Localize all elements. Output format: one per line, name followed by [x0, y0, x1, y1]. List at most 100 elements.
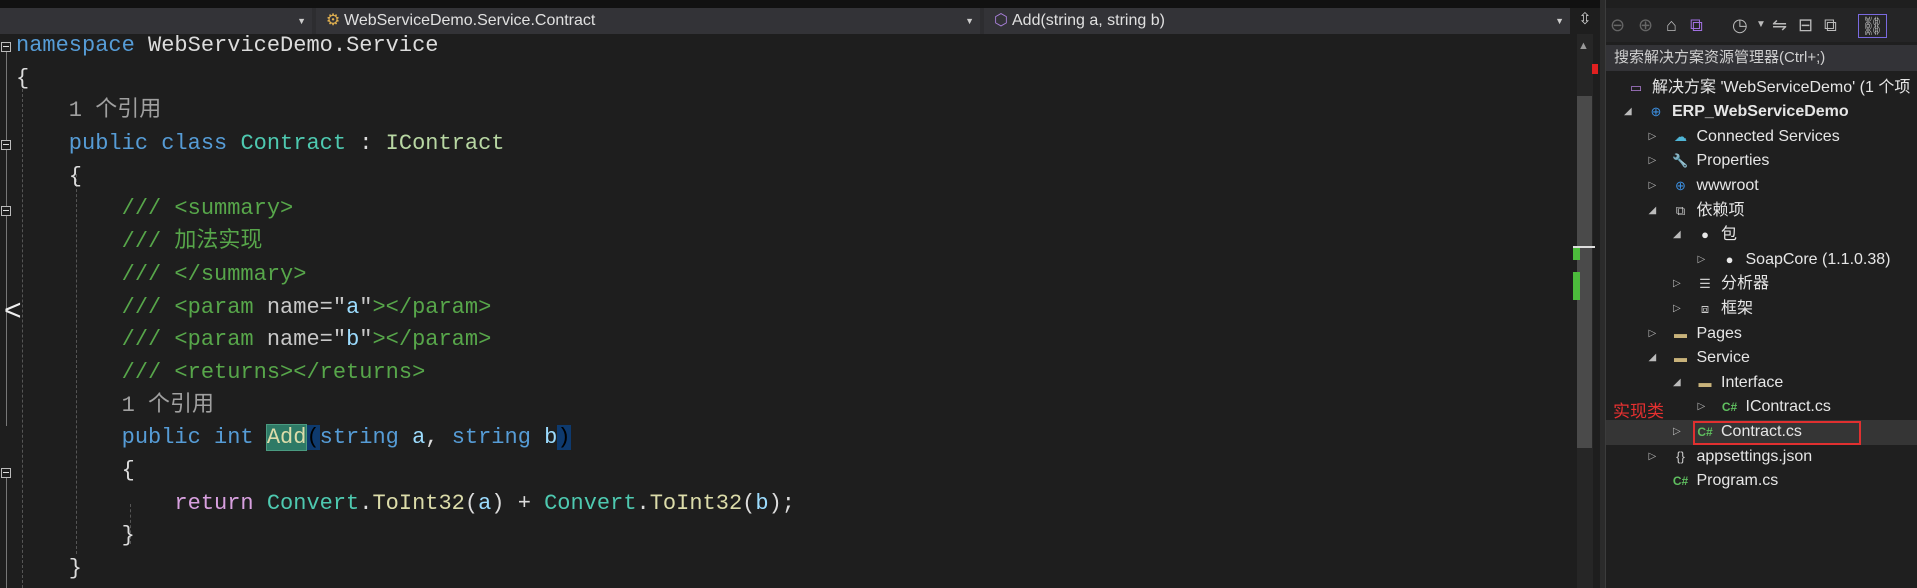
tree-item[interactable]: ▷ {} appsettings.json	[1606, 445, 1917, 470]
code-token: 1 个引用	[16, 98, 162, 124]
split-window-icon[interactable]: ⇳	[1574, 8, 1596, 34]
code-token: );	[768, 490, 795, 516]
annotation-label: 实现类	[1613, 402, 1664, 421]
code-line: {	[16, 63, 795, 96]
solution-explorer: ⊖ ⊕ ⌂ ⧉ ◷ ▼ ⇋ ⊟ ⧉ ⛓ 搜索解决方案资源管理器(Ctrl+;) …	[1606, 0, 1917, 588]
tree-item[interactable]: ◢ ● 包	[1606, 223, 1917, 248]
expanded-arrow-icon[interactable]: ◢	[1673, 371, 1681, 396]
tree-item[interactable]: ▷ ● SoapCore (1.1.0.38)	[1606, 248, 1917, 273]
expanded-arrow-icon[interactable]: ◢	[1673, 223, 1681, 248]
tree-item-label: 框架	[1721, 300, 1754, 317]
code-token: (	[464, 490, 479, 516]
csharp-file-icon: C#	[1721, 400, 1738, 414]
code-token: /// <param	[16, 327, 267, 353]
collapsed-arrow-icon[interactable]: ▷	[1673, 272, 1681, 297]
tree-item[interactable]: ▷ ☁ Connected Services	[1606, 125, 1917, 150]
tree-item[interactable]: ▷ 🔧 Properties	[1606, 149, 1917, 174]
collapsed-arrow-icon[interactable]: ▷	[1649, 445, 1657, 470]
change-marker	[1573, 248, 1580, 260]
show-all-files-icon[interactable]: ⧉	[1824, 14, 1837, 36]
code-token: a	[398, 425, 426, 451]
code-token: Convert	[266, 490, 360, 516]
tree-item[interactable]: ◢ ▬ Interface	[1606, 371, 1917, 396]
vertical-scrollbar[interactable]: ▲	[1570, 34, 1600, 588]
collapsed-arrow-icon[interactable]: ▷	[1673, 420, 1681, 445]
code-token: /// <summary>	[16, 196, 294, 222]
code-line: 1 个引用	[16, 95, 795, 128]
search-explorer-input[interactable]: 搜索解决方案资源管理器(Ctrl+;)	[1606, 45, 1917, 71]
code-line: 1 个引用	[16, 390, 795, 423]
code-token: return	[16, 490, 267, 516]
tree-item-label: Connected Services	[1696, 128, 1840, 145]
fold-class-icon[interactable]	[1, 140, 11, 150]
dependencies-icon: ⧉	[1675, 203, 1686, 218]
tree-item[interactable]: ▭ 解决方案 'WebServiceDemo' (1 个项	[1606, 76, 1917, 101]
code-token: a	[478, 490, 492, 516]
code-token: /// 加法实现	[16, 229, 263, 255]
sync-icon[interactable]: ⇋	[1772, 14, 1787, 36]
code-line: /// <param name="a"></param>	[16, 292, 795, 325]
code-token: string	[451, 425, 531, 451]
json-file-icon: {}	[1676, 449, 1685, 464]
code-line: }	[16, 520, 795, 553]
tree-item-label: 分析器	[1721, 275, 1770, 292]
tree-item[interactable]: C# Program.cs	[1606, 469, 1917, 494]
collapsed-arrow-icon[interactable]: ▷	[1673, 297, 1681, 322]
expanded-arrow-icon[interactable]: ◢	[1624, 100, 1632, 125]
error-marker	[1592, 64, 1598, 74]
code-line: /// <returns></returns>	[16, 357, 795, 390]
home-icon[interactable]: ⌂	[1666, 14, 1677, 36]
switch-views-icon[interactable]: ⧉	[1690, 14, 1703, 36]
tree-item[interactable]: ◢ ⊕ ERP_WebServiceDemo	[1606, 100, 1917, 125]
code-editor[interactable]: < namespace WebServiceDemo.Service{ 1 个引…	[0, 33, 1570, 588]
fold-method-icon[interactable]	[1, 468, 11, 478]
tree-item-label: wwwroot	[1696, 177, 1759, 194]
code-line: public class Contract : IContract	[16, 128, 795, 161]
tree-item[interactable]: ◢ ⧉ 依赖项	[1606, 199, 1917, 224]
collapsed-arrow-icon[interactable]: ▷	[1649, 322, 1657, 347]
preview-icon[interactable]: ⛓	[1858, 14, 1887, 38]
expanded-arrow-icon[interactable]: ◢	[1649, 199, 1657, 224]
pending-changes-icon[interactable]: ◷	[1732, 14, 1748, 36]
code-token: ToInt32	[372, 490, 465, 516]
code-token: {	[16, 457, 135, 483]
code-line: public int Add(string a, string b)	[16, 422, 795, 455]
tree-item[interactable]: ▷ ▬ Pages	[1606, 322, 1917, 347]
code-line: {	[16, 455, 795, 488]
collapsed-arrow-icon[interactable]: ▷	[1649, 149, 1657, 174]
solution-icon: ▭	[1629, 80, 1643, 95]
collapsed-arrow-icon[interactable]: ▷	[1649, 125, 1657, 150]
code-token: ,	[425, 425, 452, 451]
expanded-arrow-icon[interactable]: ◢	[1649, 346, 1657, 371]
tree-item[interactable]: ▷ ☰ 分析器	[1606, 272, 1917, 297]
fold-namespace-icon[interactable]	[1, 42, 11, 52]
collapsed-arrow-icon[interactable]: ▷	[1649, 174, 1657, 199]
member-dropdown-value: Add(string a, string b)	[1012, 12, 1165, 29]
tree-item-label: SoapCore (1.1.0.38)	[1745, 251, 1891, 268]
code-token: ToInt32	[649, 490, 743, 516]
fold-summary-icon[interactable]	[1, 206, 11, 216]
code-line: namespace WebServiceDemo.Service	[16, 30, 795, 63]
member-dropdown[interactable]: ⬡ Add(string a, string b) ▼	[984, 8, 1570, 34]
fold-line	[6, 478, 7, 588]
collapsed-arrow-icon[interactable]: ▷	[1698, 395, 1706, 420]
code-token: )	[557, 425, 571, 451]
code-token: {	[16, 65, 30, 91]
collapse-all-icon[interactable]: ⊟	[1798, 14, 1813, 36]
explorer-toolbar: ⊖ ⊕ ⌂ ⧉ ◷ ▼ ⇋ ⊟ ⧉ ⛓	[1606, 8, 1917, 42]
code-line: }	[16, 553, 795, 586]
code-token: b	[346, 327, 360, 353]
tree-item-label: Service	[1696, 349, 1750, 366]
tree-item[interactable]: ▷ C# Contract.cs	[1606, 420, 1917, 445]
tree-item[interactable]: ◢ ▬ Service	[1606, 346, 1917, 371]
fold-line	[6, 150, 7, 206]
tree-item[interactable]: ▷ ⧈ 框架	[1606, 297, 1917, 322]
tree-item[interactable]: ▷ ⊕ wwwroot	[1606, 174, 1917, 199]
chevron-down-icon[interactable]: ▼	[1756, 14, 1766, 36]
back-icon[interactable]: ⊖	[1610, 14, 1625, 36]
tree-item-label: 依赖项	[1696, 202, 1745, 219]
scroll-up-icon[interactable]: ▲	[1578, 40, 1589, 52]
collapsed-arrow-icon[interactable]: ▷	[1698, 248, 1706, 273]
tree-item-label: Program.cs	[1696, 472, 1779, 489]
forward-icon[interactable]: ⊕	[1638, 14, 1653, 36]
